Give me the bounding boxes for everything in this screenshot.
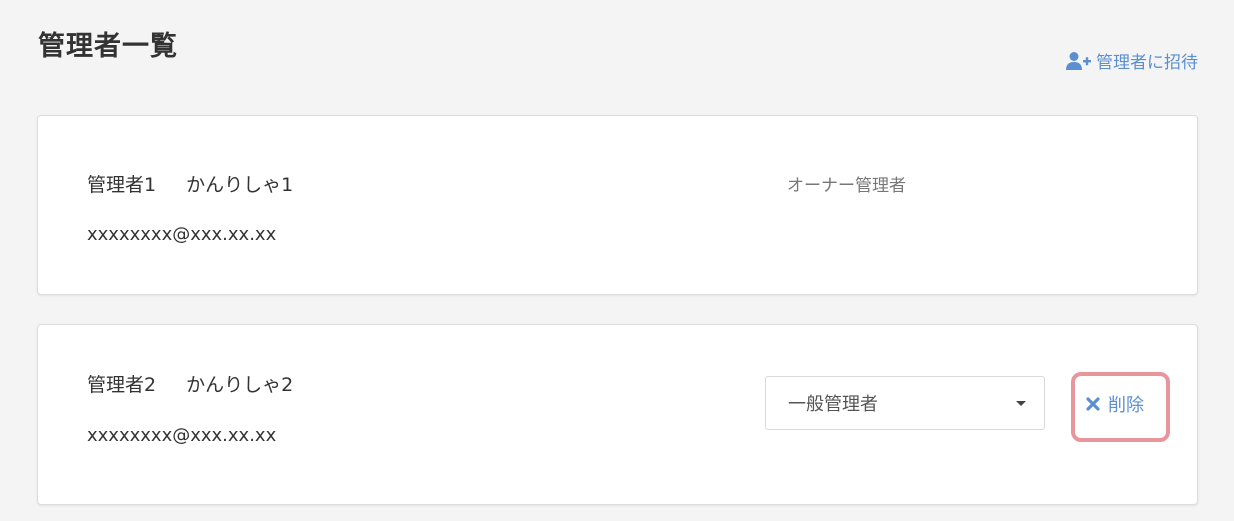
admin-name-line: 管理者2 かんりしゃ2 [87, 370, 293, 397]
admin-email: xxxxxxxx@xxx.xx.xx [87, 425, 277, 446]
admin-name-line: 管理者1 かんりしゃ1 [87, 170, 293, 197]
admin-role-label: オーナー管理者 [787, 176, 906, 196]
admin-kana: かんりしゃ1 [186, 174, 294, 196]
delete-button[interactable]: 削除 [1086, 391, 1144, 417]
admin-card: 管理者1 かんりしゃ1 xxxxxxxx@xxx.xx.xx オーナー管理者 [37, 115, 1198, 295]
admin-email: xxxxxxxx@xxx.xx.xx [87, 224, 277, 245]
delete-label: 削除 [1108, 395, 1144, 416]
role-select[interactable]: 一般管理者 [765, 376, 1045, 430]
invite-admin-label: 管理者に招待 [1096, 53, 1198, 73]
user-plus-icon [1066, 51, 1092, 71]
page-title: 管理者一覧 [38, 31, 178, 62]
admin-kana: かんりしゃ2 [186, 374, 294, 396]
role-select-value: 一般管理者 [788, 394, 878, 415]
close-icon [1086, 397, 1100, 411]
chevron-down-icon [1016, 400, 1026, 406]
admin-card: 管理者2 かんりしゃ2 xxxxxxxx@xxx.xx.xx 一般管理者 削除 [37, 324, 1198, 505]
admin-name: 管理者1 [87, 174, 157, 196]
invite-admin-link[interactable]: 管理者に招待 [1066, 48, 1198, 73]
admin-name: 管理者2 [87, 374, 157, 396]
